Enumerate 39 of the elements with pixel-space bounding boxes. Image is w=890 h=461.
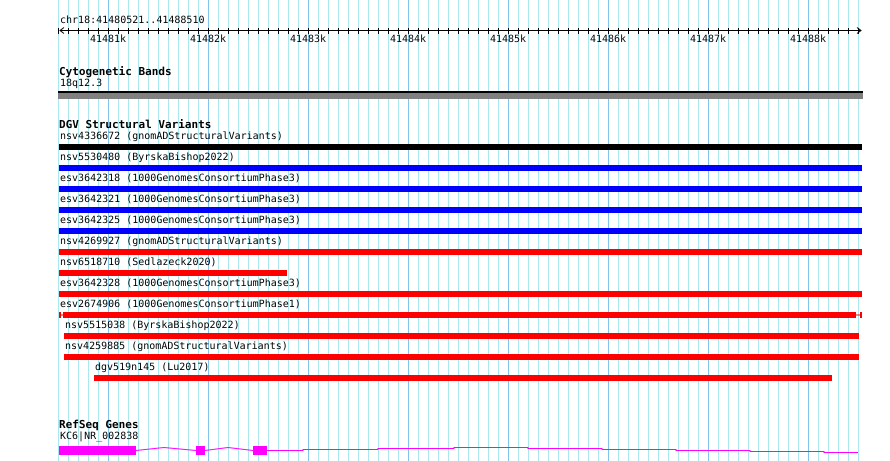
variant-label: esv2674906 (1000GenomesConsortiumPhase1) <box>60 299 301 310</box>
variant-label: nsv4259885 (gnomADStructuralVariants) <box>65 341 288 352</box>
tick-label: 41481k <box>90 34 126 45</box>
tick-label: 41488k <box>790 34 826 45</box>
track-title: RefSeq Genes <box>59 419 140 431</box>
tick-label: 41484k <box>390 34 426 45</box>
gene-label: KC6|NR_002838 <box>60 431 140 444</box>
variant-bar[interactable] <box>59 291 862 297</box>
variant-bar[interactable] <box>59 165 862 171</box>
variant-label: nsv6518710 (Sedlazeck2020) <box>60 257 217 268</box>
variant-bar[interactable] <box>59 249 862 255</box>
tick-label: 41485k <box>490 34 526 45</box>
variant-label: esv3642321 (1000GenomesConsortiumPhase3) <box>60 194 301 205</box>
track-title: Cytogenetic Bands <box>59 66 173 78</box>
variant-label: nsv4269927 (gnomADStructuralVariants) <box>60 236 283 247</box>
variant-label: nsv4336672 (gnomADStructuralVariants) <box>60 131 283 142</box>
variant-bar[interactable] <box>64 354 859 360</box>
variant-bar[interactable] <box>59 186 862 192</box>
variant-label: esv3642328 (1000GenomesConsortiumPhase3) <box>60 278 301 289</box>
band-label: 18q12.3 <box>60 78 104 91</box>
variant-bar[interactable] <box>59 228 862 234</box>
variant-bar[interactable] <box>58 312 862 318</box>
genome-location: chr18:41480521..41488510 <box>60 14 206 27</box>
tick-label: 41486k <box>590 34 626 45</box>
variant-label: nsv5515038 (ByrskaBishop2022) <box>65 320 240 331</box>
variant-label: esv3642325 (1000GenomesConsortiumPhase3) <box>60 215 301 226</box>
tick-label: 41487k <box>690 34 726 45</box>
variant-label: esv3642318 (1000GenomesConsortiumPhase3) <box>60 173 301 184</box>
variant-bar[interactable] <box>59 144 862 150</box>
variant-bar[interactable] <box>64 333 859 339</box>
tick-label: 41482k <box>190 34 226 45</box>
variant-bar[interactable] <box>94 375 832 381</box>
variant-bar[interactable] <box>59 207 862 213</box>
track-title: DGV Structural Variants <box>59 119 212 131</box>
variant-label: dgv519n145 (Lu2017) <box>95 362 210 373</box>
variant-label: nsv5530480 (ByrskaBishop2022) <box>60 152 235 163</box>
tick-label: 41483k <box>290 34 326 45</box>
gene-model-drawing[interactable] <box>59 446 858 455</box>
variant-bar[interactable] <box>59 270 287 276</box>
